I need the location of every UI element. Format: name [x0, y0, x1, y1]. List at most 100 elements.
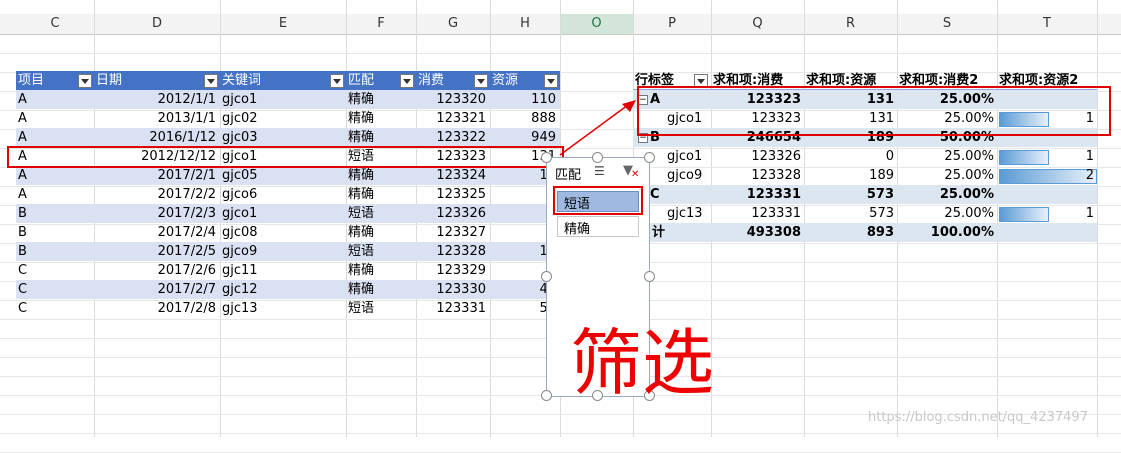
pivot-cell-count[interactable]: 1: [999, 147, 1094, 166]
column-header-5[interactable]: H: [490, 14, 560, 34]
table-cell[interactable]: 123320: [418, 90, 486, 109]
table-cell[interactable]: B: [18, 223, 90, 242]
column-header-1[interactable]: D: [94, 14, 220, 34]
table-cell[interactable]: C: [18, 299, 90, 318]
table-cell[interactable]: 2012/1/1: [96, 90, 216, 109]
column-header-4[interactable]: G: [416, 14, 490, 34]
table-cell[interactable]: 110: [492, 90, 556, 109]
table-cell[interactable]: A: [18, 166, 90, 185]
pivot-cell-pct[interactable]: 25.00%: [899, 185, 994, 204]
table-cell[interactable]: 123331: [418, 299, 486, 318]
pivot-cell-consume[interactable]: 493308: [713, 223, 801, 242]
table-cell[interactable]: 短语: [348, 204, 412, 223]
column-header-7[interactable]: P: [633, 14, 711, 34]
table-cell[interactable]: gjco6: [222, 185, 342, 204]
table-cell[interactable]: gjc03: [222, 128, 342, 147]
table-cell[interactable]: gjc02: [222, 109, 342, 128]
table-cell[interactable]: 2017/2/6: [96, 261, 216, 280]
table-cell[interactable]: A: [18, 90, 90, 109]
table-cell[interactable]: gjc08: [222, 223, 342, 242]
table-cell[interactable]: gjc13: [222, 299, 342, 318]
table-cell[interactable]: 949: [492, 128, 556, 147]
pivot-cell-consume[interactable]: 123326: [713, 147, 801, 166]
table-cell[interactable]: 精确: [348, 261, 412, 280]
pivot-cell-count[interactable]: 2: [999, 166, 1094, 185]
table-cell[interactable]: 2017/2/4: [96, 223, 216, 242]
column-header-8[interactable]: Q: [711, 14, 804, 34]
table-cell[interactable]: 123324: [418, 166, 486, 185]
table-cell[interactable]: 精确: [348, 90, 412, 109]
table-cell[interactable]: 123322: [418, 128, 486, 147]
header-match[interactable]: 匹配: [348, 71, 398, 90]
pivot-cell-pct[interactable]: 25.00%: [899, 204, 994, 223]
table-cell[interactable]: 精确: [348, 128, 412, 147]
pivot-cell-pct[interactable]: 100.00%: [899, 223, 994, 242]
clear-filter-icon[interactable]: ▼ ✕: [623, 164, 639, 181]
table-cell[interactable]: 2017/2/7: [96, 280, 216, 299]
resize-handle[interactable]: [592, 152, 603, 163]
pivot-cell-consume[interactable]: 123331: [713, 185, 801, 204]
table-cell[interactable]: 精确: [348, 223, 412, 242]
table-cell[interactable]: 精确: [348, 109, 412, 128]
filter-dropdown-icon[interactable]: [400, 74, 414, 88]
table-cell[interactable]: gjco1: [222, 204, 342, 223]
filter-dropdown-icon[interactable]: [78, 74, 92, 88]
pivot-row-label[interactable]: 计: [652, 223, 712, 242]
table-cell[interactable]: 精确: [348, 166, 412, 185]
table-cell[interactable]: A: [18, 109, 90, 128]
table-cell[interactable]: 2013/1/1: [96, 109, 216, 128]
table-cell[interactable]: 精确: [348, 280, 412, 299]
column-header-2[interactable]: E: [220, 14, 346, 34]
table-cell[interactable]: 123325: [418, 185, 486, 204]
resize-handle[interactable]: [541, 271, 552, 282]
table-cell[interactable]: gjc11: [222, 261, 342, 280]
multi-select-icon[interactable]: ☰: [594, 165, 608, 178]
table-cell[interactable]: 短语: [348, 242, 412, 261]
table-cell[interactable]: A: [18, 185, 90, 204]
table-cell[interactable]: 123328: [418, 242, 486, 261]
table-cell[interactable]: 123329: [418, 261, 486, 280]
header-resource[interactable]: 资源: [492, 71, 542, 90]
table-cell[interactable]: 123321: [418, 109, 486, 128]
filter-dropdown-icon[interactable]: [330, 74, 344, 88]
table-cell[interactable]: 2017/2/8: [96, 299, 216, 318]
resize-handle[interactable]: [644, 271, 655, 282]
table-cell[interactable]: 888: [492, 109, 556, 128]
filter-dropdown-icon[interactable]: [204, 74, 218, 88]
pivot-cell-resource[interactable]: 893: [806, 223, 894, 242]
table-cell[interactable]: B: [18, 242, 90, 261]
table-cell[interactable]: 精确: [348, 185, 412, 204]
pivot-cell-pct[interactable]: 25.00%: [899, 166, 994, 185]
table-cell[interactable]: 2017/2/5: [96, 242, 216, 261]
header-consume[interactable]: 消费: [418, 71, 472, 90]
table-cell[interactable]: 123327: [418, 223, 486, 242]
pivot-cell-consume[interactable]: 123328: [713, 166, 801, 185]
table-cell[interactable]: 2017/2/1: [96, 166, 216, 185]
table-cell[interactable]: C: [18, 261, 90, 280]
filter-dropdown-icon[interactable]: [474, 74, 488, 88]
pivot-row-label[interactable]: C: [650, 185, 710, 204]
table-cell[interactable]: 123330: [418, 280, 486, 299]
table-cell[interactable]: gjc12: [222, 280, 342, 299]
resize-handle[interactable]: [541, 152, 552, 163]
header-date[interactable]: 日期: [96, 71, 202, 90]
table-cell[interactable]: 2016/1/12: [96, 128, 216, 147]
column-header-11[interactable]: T: [997, 14, 1097, 34]
column-header-0[interactable]: C: [16, 14, 94, 34]
resize-handle[interactable]: [541, 390, 552, 401]
column-header-10[interactable]: S: [897, 14, 997, 34]
table-cell[interactable]: A: [18, 128, 90, 147]
header-item[interactable]: 项目: [18, 71, 76, 90]
table-cell[interactable]: B: [18, 204, 90, 223]
slicer-item-1[interactable]: 精确: [557, 216, 639, 237]
table-cell[interactable]: gjc05: [222, 166, 342, 185]
table-cell[interactable]: 短语: [348, 299, 412, 318]
column-header-6[interactable]: O: [560, 14, 633, 34]
pivot-cell-count[interactable]: 1: [999, 204, 1094, 223]
pivot-cell-resource[interactable]: 189: [806, 166, 894, 185]
table-cell[interactable]: gjco1: [222, 90, 342, 109]
table-cell[interactable]: gjco9: [222, 242, 342, 261]
pivot-cell-resource[interactable]: 573: [806, 185, 894, 204]
column-header-3[interactable]: F: [346, 14, 416, 34]
pivot-cell-consume[interactable]: 123331: [713, 204, 801, 223]
